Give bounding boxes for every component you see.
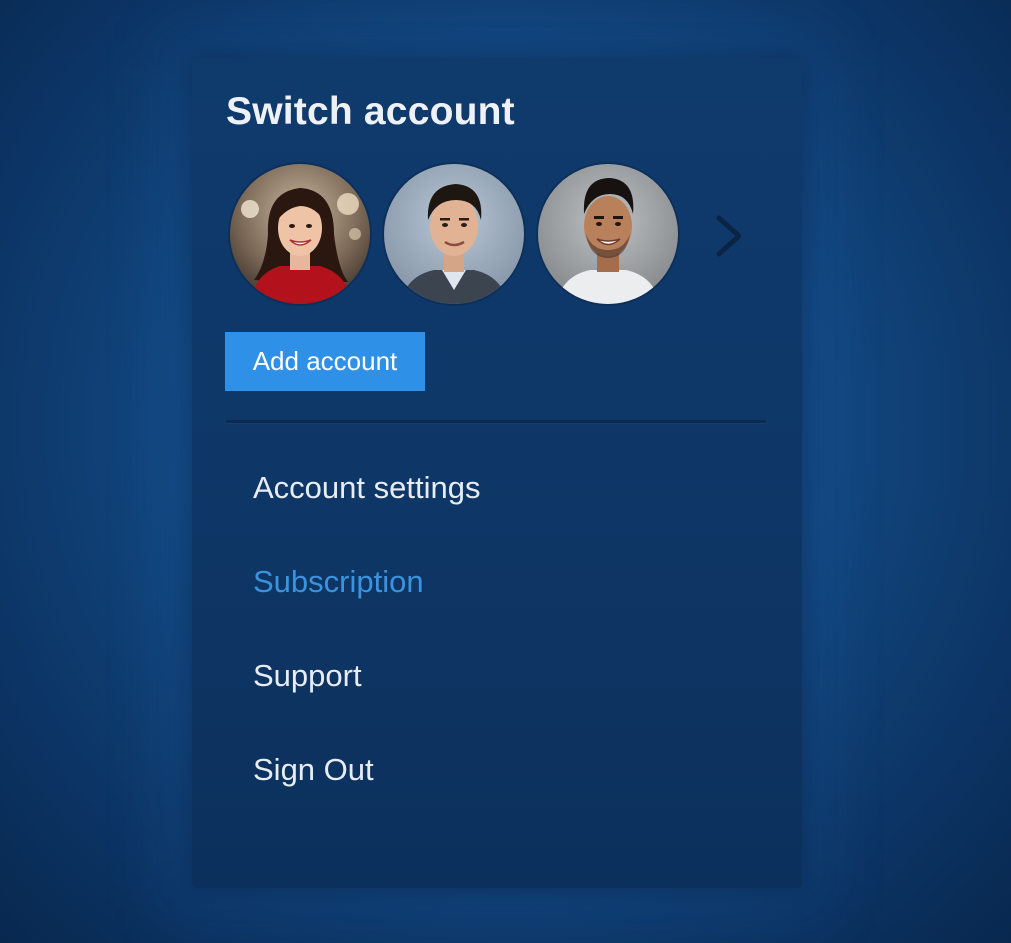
menu-item-subscription[interactable]: Subscription — [253, 562, 480, 656]
woman-avatar-image — [230, 164, 370, 304]
chevron-right-icon[interactable] — [707, 214, 747, 258]
account-avatars — [230, 164, 678, 304]
menu-item-sign-out[interactable]: Sign Out — [253, 750, 480, 844]
panel-title: Switch account — [226, 90, 515, 133]
menu-item-support[interactable]: Support — [253, 656, 480, 750]
account-avatar-3[interactable] — [538, 164, 678, 304]
account-switcher-panel: Switch account Add account Account setti… — [192, 58, 802, 888]
man-smiling-avatar-image — [538, 164, 678, 304]
man-suit-avatar-image — [384, 164, 524, 304]
account-menu: Account settings Subscription Support Si… — [253, 468, 480, 844]
divider — [226, 420, 766, 424]
account-avatar-2[interactable] — [384, 164, 524, 304]
account-avatar-1[interactable] — [230, 164, 370, 304]
add-account-button[interactable]: Add account — [225, 332, 425, 391]
menu-item-account-settings[interactable]: Account settings — [253, 468, 480, 562]
